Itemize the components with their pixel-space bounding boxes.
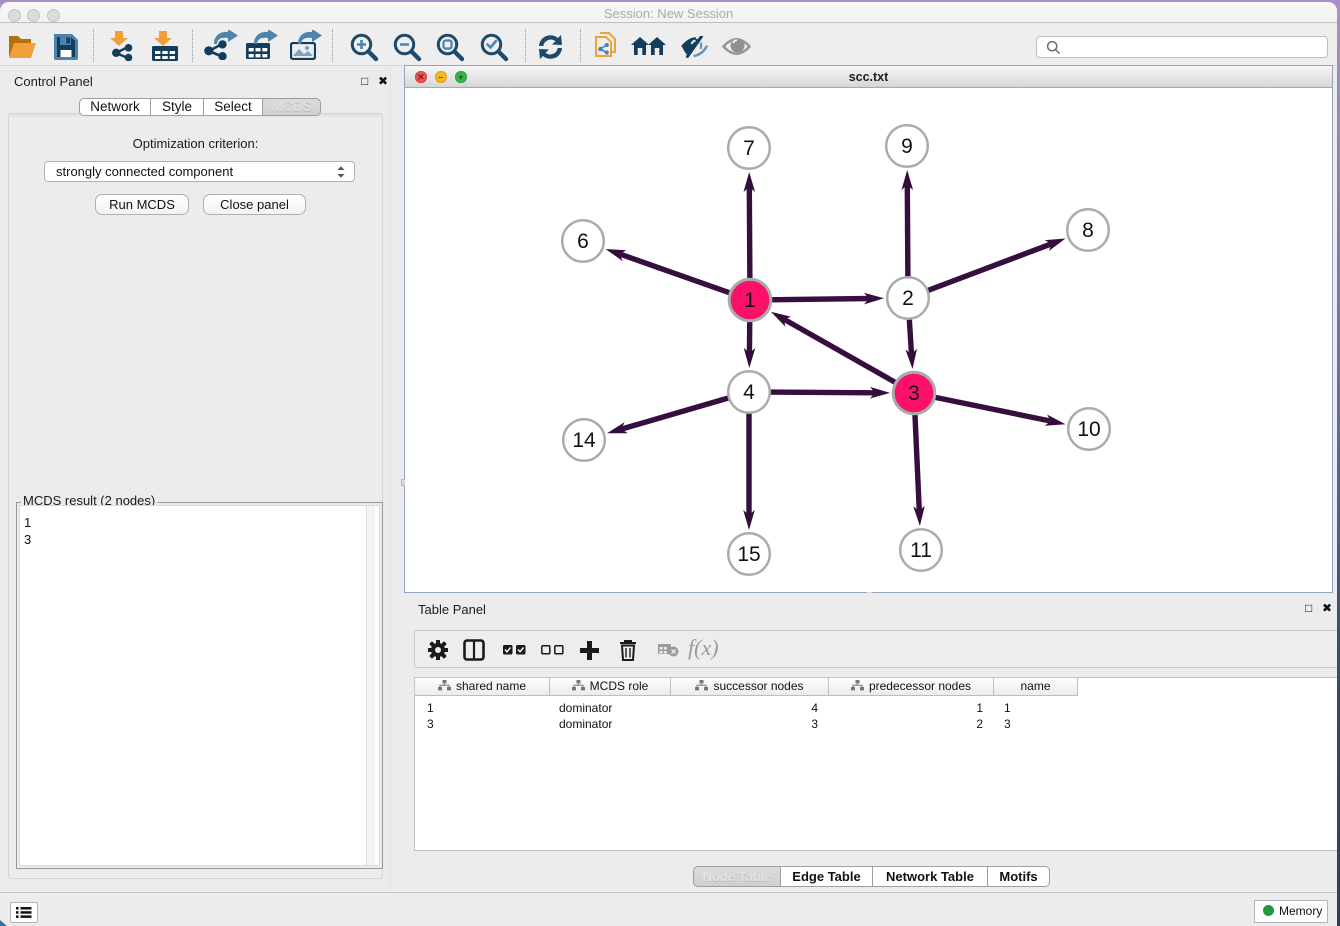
svg-text:1: 1: [744, 289, 756, 312]
svg-text:3: 3: [908, 382, 920, 405]
svg-text:8: 8: [1082, 219, 1094, 242]
svg-text:6: 6: [577, 230, 589, 253]
svg-text:4: 4: [743, 381, 755, 404]
svg-text:2: 2: [902, 287, 914, 310]
svg-text:7: 7: [743, 137, 755, 160]
svg-text:14: 14: [572, 429, 596, 452]
svg-text:9: 9: [901, 135, 913, 158]
svg-text:10: 10: [1077, 418, 1100, 441]
svg-text:11: 11: [910, 539, 932, 562]
svg-text:15: 15: [737, 543, 760, 566]
